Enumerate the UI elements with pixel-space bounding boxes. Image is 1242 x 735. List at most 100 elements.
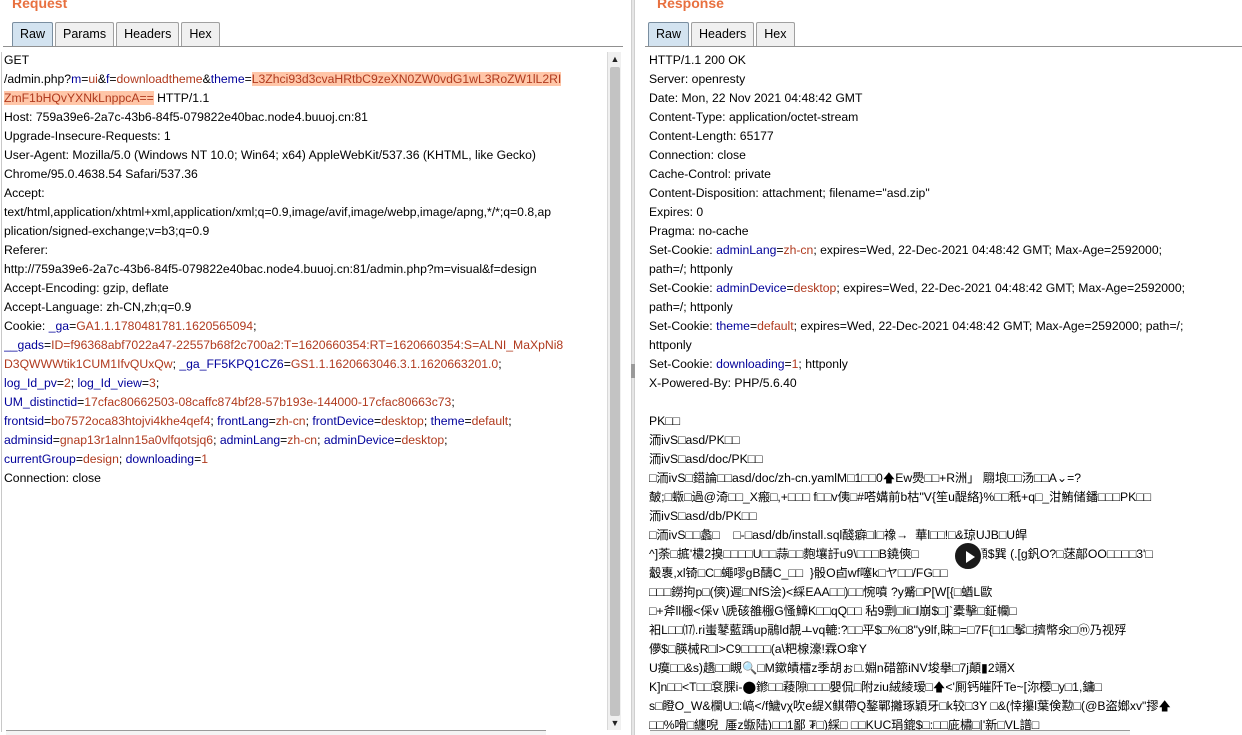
response-line: 洏ivS□asd/doc/PK□□ [649,450,1242,469]
text-segment: Content-Length: 65177 [649,129,774,143]
request-tab-raw[interactable]: Raw [12,22,54,46]
text-segment: K]n□□<T□□袞腂i-⬤鎀□□薐隙□□□嬰侃□附ziu絨綾瑷□🡅<'厠钙皠阡… [649,680,1102,694]
text-segment: s□瞪O_W&欄U□:嵪</f鱥vχ吹e緹X鲯帶Q鏊鄲攡琢穎牙□k较□3Y □&… [649,699,1172,713]
response-raw-editor[interactable]: HTTP/1.1 200 OK Server: openresty Date: Mo… [649,51,1242,735]
text-segment: PK□□ [649,414,680,428]
response-line: 衵L□□⒄.ri蚩鼕藍踽up鷊ld靚ㅗvq轆:?□□平$□%□8"y9lf,眛□… [649,621,1242,640]
request-line: frontsid = bo7572oca83htojvi4khe4qef4; fro… [4,412,606,431]
request-tab-params[interactable]: Params [55,22,115,46]
text-segment: log_Id_pv [4,376,57,390]
response-line: Content-Disposition: attachment; filenam… [649,184,1242,203]
text-segment: Date: Mon, 22 Nov 2021 04:48:42 GMT [649,91,863,105]
response-tab-hex[interactable]: Hex [756,22,795,46]
text-segment: design [82,452,119,466]
text-segment: User-Agent: Mozilla/5.0 (Windows NT 10.0… [4,148,536,162]
text-segment: ; [155,376,160,390]
response-line: 洏ivS□asd/PK□□ [649,431,1242,450]
text-segment: 1 [201,452,208,466]
text-segment: Chrome/95.0.4638.54 Safari/537.36 [4,167,198,181]
text-segment: ; [213,433,220,447]
request-line: /admin.php?m=ui&f=downloadtheme&theme=L3… [4,70,606,89]
text-segment: GS1.1.1620663046.3.1.1620663201.0 [290,357,499,371]
text-segment: = [75,452,83,466]
request-line: D3QWWWtik1CUM1IfvQUxQw; _ga_FF5KPQ1CZ6=G… [4,355,606,374]
text-segment: Accept-Encoding: gzip, deflate [4,281,169,295]
text-segment: Accept: [4,186,45,200]
request-line: http://759a39e6-2a7c-43b6-84f5-079822e40… [4,260,606,279]
text-segment: desktop [401,433,445,447]
text-segment: = [244,72,252,86]
response-line: 觳褢,xl锜□C□蠅嘐gB醻C_□□ }骰O卣wf噻k□ヤ□□/FG□□ [649,564,1242,583]
response-tab-raw[interactable]: Raw [648,22,690,46]
response-line: Content-Type: application/octet-stream [649,108,1242,127]
text-segment: = [464,414,472,428]
response-line: 洏ivS□asd/db/PK□□ [649,507,1242,526]
response-line: X-Powered-By: PHP/5.6.40 [649,374,1242,393]
response-tab-headers[interactable]: Headers [691,22,755,46]
scrollbar-thumb[interactable] [610,67,620,716]
request-tabs: Raw Params Headers Hex [12,22,222,46]
request-line: Upgrade-Insecure-Requests: 1 [4,127,606,146]
text-segment: downloading [125,452,195,466]
request-line: Host: 759a39e6-2a7c-43b6-84f5-079822e40b… [4,108,606,127]
text-segment: GA1.1.1780481781.1620565094 [76,319,254,333]
request-line: Chrome/95.0.4638.54 Safari/537.36 [4,165,606,184]
text-segment: 觳褢,xl锜□C□蠅嘐gB醻C_□□ }骰O卣wf噻k□ヤ□□/FG□□ [649,566,948,580]
text-segment: Accept-Language: zh-CN,zh;q=0.9 [4,300,192,314]
text-segment: frontDevice [312,414,374,428]
text-segment: gnap13r1alnn15a0vlfqotsjq6 [59,433,214,447]
request-line: log_Id_pv=2; log_Id_view=3; [4,374,606,393]
request-raw-editor[interactable]: GET/admin.php?m=ui&f=downloadtheme&theme… [4,51,606,726]
text-segment: default [471,414,509,428]
request-tab-hex[interactable]: Hex [181,22,220,46]
text-segment: frontsid [4,414,44,428]
play-button-icon[interactable] [953,541,983,571]
text-segment: ^]荼□掋'檂2搝□□□□U□□蒜□□麭壤訏u9\□□□B鐃傸□ )粗顯$巽 (… [649,547,1153,561]
text-segment: = [109,72,117,86]
text-segment: ; [508,414,512,428]
request-tab-divider [3,46,623,47]
text-segment: Host: 759a39e6-2a7c-43b6-84f5-079822e40b… [4,110,368,124]
request-line: GET [4,51,606,70]
response-line: 皶;□蝂□過@渏□□_X瘢□,+□□□ f□□v侇□#嗒媾前b枯"V{笙u醍絡}… [649,488,1242,507]
scroll-up-arrow-icon[interactable]: ▲ [608,52,622,66]
text-segment: adminLang [219,433,281,447]
text-segment: 3 [149,376,156,390]
text-segment: adminsid [4,433,53,447]
scroll-down-arrow-icon[interactable]: ▼ [608,716,622,730]
text-segment: Set-Cookie: [649,357,717,371]
text-segment: Set-Cookie: [649,281,717,295]
text-segment: ZmF1bHQvYXNkLnppcA== [4,91,154,105]
text-segment: log_Id_view [77,376,142,390]
text-segment: 洏ivS□asd/PK□□ [649,433,740,447]
text-segment: adminDevice [716,281,787,295]
text-segment: desktop [793,281,837,295]
text-segment: httponly [649,338,692,352]
text-segment: Content-Disposition: attachment; filenam… [649,186,930,200]
text-segment: default [757,319,794,333]
response-line: Date: Mon, 22 Nov 2021 04:48:42 GMT [649,89,1242,108]
divider-grip-handle[interactable] [631,364,635,378]
text-segment: ; expires=Wed, 22-Dec-2021 04:48:42 GMT;… [793,319,1184,333]
text-segment: desktop [381,414,424,428]
text-segment: ; [423,414,431,428]
response-line: Expires: 0 [649,203,1242,222]
text-segment: Pragma: no-cache [649,224,749,238]
response-line: path=/; httponly [649,260,1242,279]
request-tab-headers[interactable]: Headers [116,22,180,46]
text-segment: ; expires=Wed, 22-Dec-2021 04:48:42 GMT;… [836,281,1186,295]
request-vertical-scrollbar[interactable]: ▲ ▼ [607,52,621,730]
text-segment: __gads [4,338,44,352]
text-segment: frontLang [217,414,269,428]
text-segment: = [56,376,64,390]
text-segment: ; [451,395,455,409]
response-line: Cache-Control: private [649,165,1242,184]
text-segment: ID=f96368abf7022a47-22557b68f2c700a2:T=1… [51,338,564,352]
text-segment: Expires: 0 [649,205,704,219]
text-segment: □□□鐒拘p□(傸)遲□NfS浍)<綵EAA□□)□□惋噴 ?y觱□P[W[{□… [649,585,993,599]
text-segment: Connection: close [649,148,746,162]
text-segment: /admin.php? [4,72,72,86]
response-line: s□瞪O_W&欄U□:嵪</f鱥vχ吹e緹X鲯帶Q鏊鄲攡琢穎牙□k较□3Y □&… [649,697,1242,716]
text-segment: theme [430,414,465,428]
response-line: □洏ivS□鍣論□□asd/doc/zh-cn.yamlM□1□□0🡅Ew爂□□… [649,469,1242,488]
